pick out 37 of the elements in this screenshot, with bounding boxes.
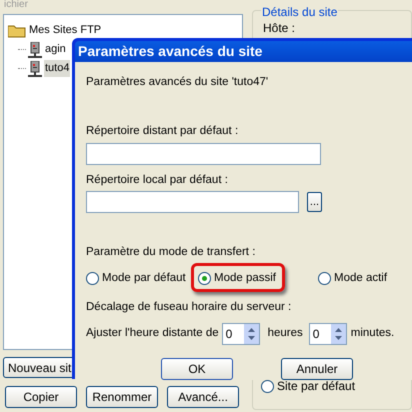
browse-button[interactable]: ...: [307, 192, 322, 212]
action-button[interactable]: Copier: [5, 386, 77, 408]
action-button[interactable]: Renommer: [86, 386, 158, 408]
field-label: Répertoire distant par défaut :: [86, 124, 240, 140]
spin-arrows-icon[interactable]: [244, 324, 259, 344]
unit-label: heures: [268, 326, 303, 341]
radio-button[interactable]: [261, 380, 274, 392]
radio-button[interactable]: [318, 272, 331, 286]
radio-label: Mode passif: [214, 271, 276, 286]
radio-label: Mode actif: [334, 271, 388, 286]
window-title: Paramètres avancés du site: [78, 42, 262, 61]
menu-label: ichier: [4, 0, 28, 10]
spin-arrows-icon[interactable]: [330, 324, 346, 344]
dialog-button[interactable]: Annuler: [281, 358, 353, 380]
tree-item[interactable]: agin: [44, 41, 67, 58]
tree-item[interactable]: Mes Sites FTP: [28, 22, 102, 39]
field-label: Répertoire local par défaut :: [86, 172, 229, 188]
dialog-button[interactable]: OK: [161, 358, 233, 380]
input-field[interactable]: [86, 190, 299, 213]
server-icon: [28, 42, 42, 58]
field-label: Décalage de fuseau horaire du serveur :: [86, 300, 292, 316]
tree-item[interactable]: tuto4: [44, 60, 70, 77]
folder-icon: [8, 24, 26, 38]
radio-button[interactable]: [86, 272, 99, 286]
action-button[interactable]: Avancé...: [167, 386, 239, 408]
server-icon: [28, 60, 42, 76]
field-label: Ajuster l'heure distante de: [86, 326, 219, 341]
host-label: Hôte :: [263, 21, 296, 35]
spin-field[interactable]: 0: [222, 322, 260, 344]
radio-label: Mode par défaut: [102, 271, 186, 286]
unit-label: minutes.: [350, 326, 394, 341]
input-field[interactable]: [86, 142, 321, 164]
spin-field[interactable]: 0: [308, 322, 347, 344]
intro-text: Paramètres avancés du site 'tuto47': [86, 75, 270, 90]
radio-label: Site par défaut: [277, 378, 356, 395]
radio-button[interactable]: [198, 272, 211, 286]
field-label: Paramètre du mode de transfert :: [86, 244, 256, 260]
